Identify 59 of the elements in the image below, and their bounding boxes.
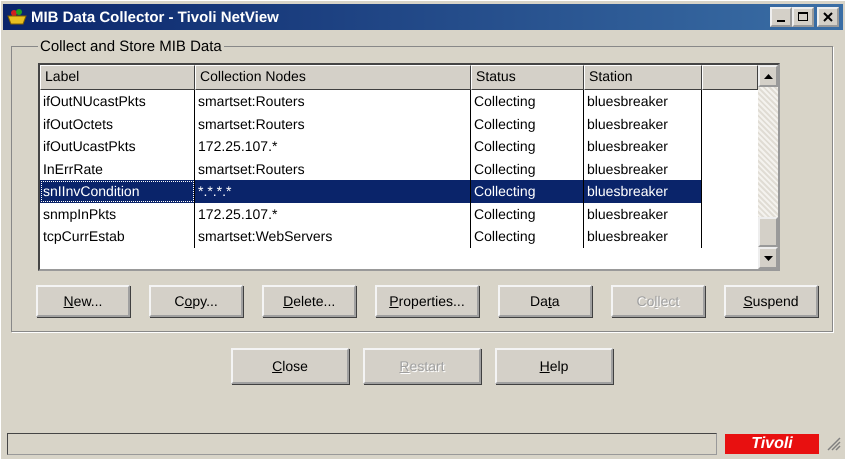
table-cell: Collecting xyxy=(471,112,584,135)
table-cell: bluesbreaker xyxy=(584,135,702,158)
table-cell: Collecting xyxy=(471,225,584,248)
brand-logo: Tivoli xyxy=(725,434,819,454)
bowl-icon xyxy=(7,8,27,26)
table-cell: snIInvCondition xyxy=(40,180,195,202)
table-row[interactable]: ifOutOctets smartset:Routers Collecting bluesbreaker xyxy=(40,112,702,135)
resize-grip-icon[interactable] xyxy=(827,437,841,451)
action-button[interactable]: Copy... xyxy=(149,285,244,317)
table-cell: smartset:Routers xyxy=(195,90,471,112)
dialog-button[interactable]: Close xyxy=(231,348,349,384)
up-arrow-icon xyxy=(764,74,772,78)
close-button[interactable] xyxy=(817,7,839,27)
action-button[interactable]: Data xyxy=(498,285,592,317)
table-cell: bluesbreaker xyxy=(584,202,702,225)
table-cell: tcpCurrEstab xyxy=(40,225,195,248)
down-arrow-icon xyxy=(764,256,772,260)
table-cell: bluesbreaker xyxy=(584,225,702,248)
action-button[interactable]: Suspend xyxy=(724,285,818,317)
maximize-icon xyxy=(798,12,808,22)
group-title: Collect and Store MIB Data xyxy=(39,38,223,55)
action-button[interactable]: Delete... xyxy=(262,285,356,317)
column-header[interactable]: Station xyxy=(584,65,702,90)
table-row[interactable]: ifOutUcastPkts 172.25.107.* Collecting bluesbreaker xyxy=(40,135,702,158)
table-cell: smartset:WebServers xyxy=(195,225,471,248)
table-cell: snmpInPkts xyxy=(40,202,195,225)
table-cell: Collecting xyxy=(471,135,584,158)
table-cell: ifOutUcastPkts xyxy=(40,135,195,158)
dialog-button[interactable]: Help xyxy=(495,348,613,384)
minimize-icon xyxy=(777,20,785,22)
table-cell: *.*.*.* xyxy=(195,180,471,202)
action-button[interactable]: Properties... xyxy=(375,285,479,317)
table-cell: Collecting xyxy=(471,180,584,202)
table-cell: 172.25.107.* xyxy=(195,135,471,158)
scroll-down-button[interactable] xyxy=(758,247,778,269)
table-cell: bluesbreaker xyxy=(584,112,702,135)
table-row[interactable]: tcpCurrEstab smartset:WebServers Collecting bluesbreaker xyxy=(40,225,702,248)
table-cell: ifOutOctets xyxy=(40,112,195,135)
minimize-button[interactable] xyxy=(770,7,792,27)
table-row[interactable]: snIInvCondition *.*.*.* Collecting bluesbreaker xyxy=(40,180,702,202)
scroll-thumb[interactable] xyxy=(758,217,778,247)
table-cell: smartset:Routers xyxy=(195,112,471,135)
table-cell: Collecting xyxy=(471,202,584,225)
table-cell: Collecting xyxy=(471,90,584,112)
maximize-button[interactable] xyxy=(792,7,814,27)
scrollbar[interactable] xyxy=(758,65,778,269)
table-cell: bluesbreaker xyxy=(584,90,702,112)
table-cell: ifOutNUcastPkts xyxy=(40,90,195,112)
action-button[interactable]: New... xyxy=(36,285,130,317)
column-header[interactable]: Label xyxy=(40,65,195,90)
window-title: MIB Data Collector - Tivoli NetView xyxy=(31,8,280,26)
column-header[interactable]: Collection Nodes xyxy=(195,65,471,90)
table-row[interactable]: ifOutNUcastPkts smartset:Routers Collecting bluesbreaker xyxy=(40,90,702,112)
table-cell: 172.25.107.* xyxy=(195,202,471,225)
scroll-up-button[interactable] xyxy=(758,65,778,87)
table-row[interactable]: snmpInPkts 172.25.107.* Collecting bluesbreaker xyxy=(40,202,702,225)
table-cell: bluesbreaker xyxy=(584,180,702,202)
column-header[interactable]: Status xyxy=(471,65,584,90)
close-icon xyxy=(823,12,833,22)
